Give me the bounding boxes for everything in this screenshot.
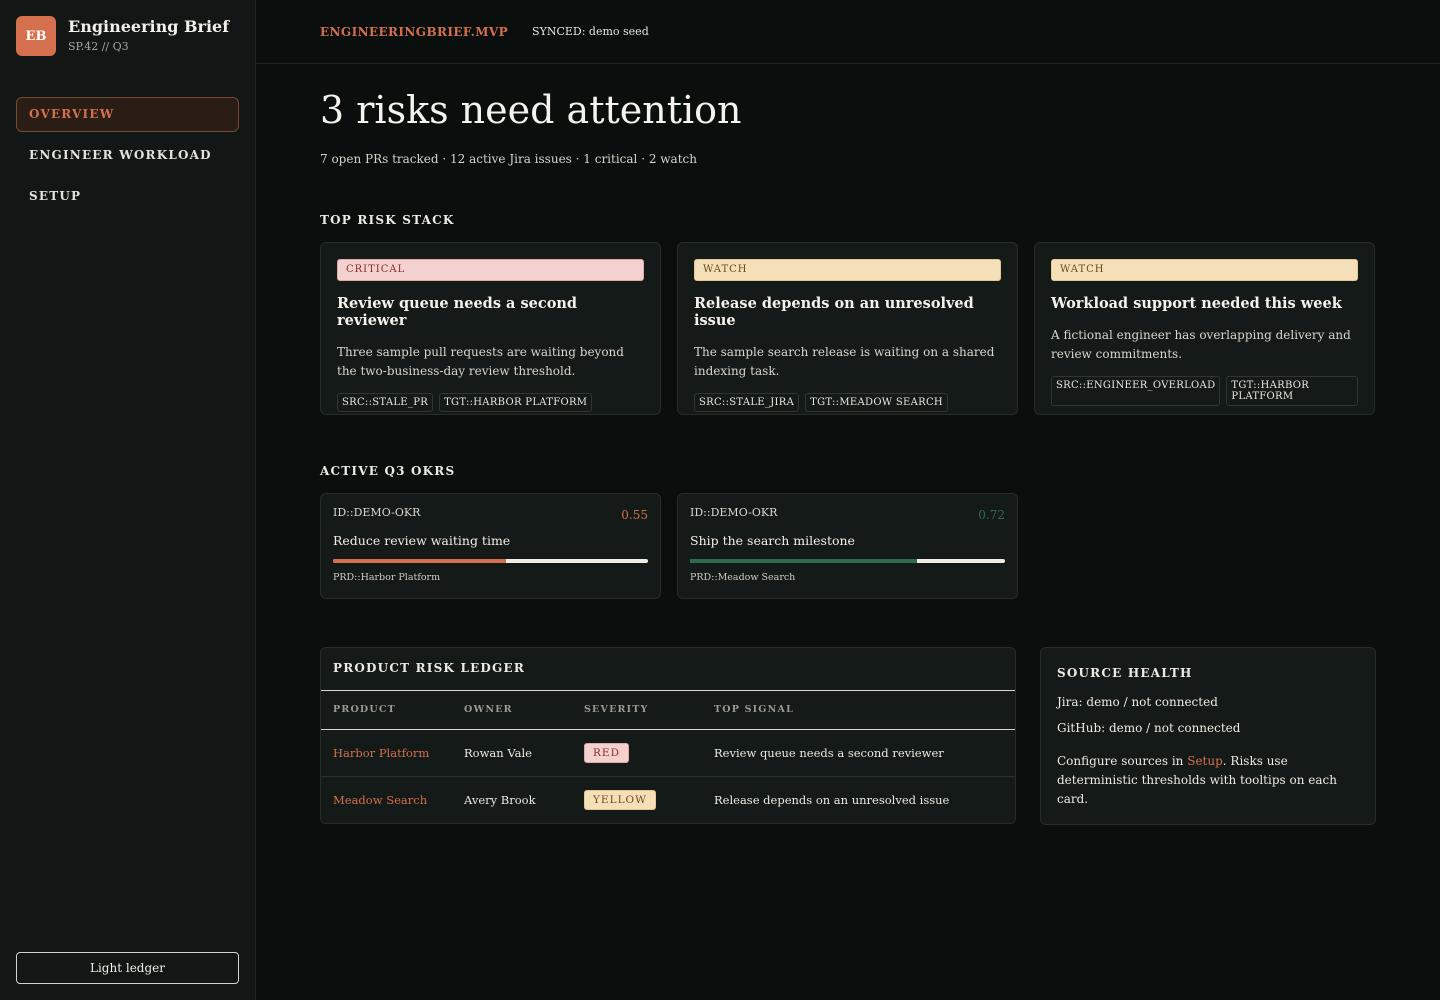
brand-logo: EB: [16, 16, 56, 56]
okr-progress-bar: [690, 559, 1005, 563]
risk-card[interactable]: CRITICAL Review queue needs a second rev…: [320, 242, 661, 415]
okr-progress-bar: [333, 559, 648, 563]
product-link[interactable]: Harbor Platform: [321, 729, 464, 777]
risk-description: The sample search release is waiting on …: [694, 345, 995, 378]
owner-cell: Avery Brook: [464, 792, 536, 807]
nav-item-engineer-workload[interactable]: ENGINEER WORKLOAD: [16, 138, 239, 173]
owner-cell: Rowan Vale: [464, 729, 584, 777]
risk-stack-heading: TOP RISK STACK: [320, 213, 455, 227]
okr-cards: ID::DEMO-OKR 0.55 Reduce review waiting …: [320, 493, 1018, 599]
risk-title: Review queue needs a second reviewer: [337, 295, 578, 329]
okr-product: PRD::Meadow Search: [690, 572, 796, 583]
jira-status: Jira: demo / not connected: [1057, 695, 1218, 709]
column-header: OWNER: [464, 691, 584, 730]
topbar: ENGINEERINGBRIEF.MVP SYNCED: demo seed: [256, 0, 1440, 64]
column-header: SEVERITY: [584, 691, 714, 730]
risk-description: Three sample pull requests are waiting b…: [337, 345, 624, 378]
risk-tag: SRC::ENGINEER_OVERLOAD: [1051, 376, 1221, 406]
risk-badge: WATCH: [694, 259, 1001, 281]
okr-score: 0.72: [978, 508, 1005, 522]
okr-id: ID::DEMO-OKR: [333, 506, 421, 519]
page-summary: 7 open PRs tracked · 12 active Jira issu…: [320, 152, 697, 166]
column-header: TOP SIGNAL: [714, 691, 1015, 730]
ledger-table: PRODUCT OWNER SEVERITY TOP SIGNAL Harbor…: [321, 691, 1015, 823]
risk-cards: CRITICAL Review queue needs a second rev…: [320, 242, 1375, 415]
okr-title: Ship the search milestone: [690, 533, 855, 548]
column-header: PRODUCT: [321, 691, 464, 730]
okr-heading: ACTIVE Q3 OKRS: [320, 464, 456, 478]
main-content: 3 risks need attention 7 open PRs tracke…: [320, 64, 1376, 825]
okr-progress-fill: [333, 559, 507, 563]
nav-item-setup[interactable]: SETUP: [16, 179, 239, 214]
okr-product: PRD::Harbor Platform: [333, 572, 441, 583]
sidebar: EB Engineering Brief SP.42 // Q3 OVERVIE…: [0, 0, 256, 1000]
page-title: 3 risks need attention: [320, 88, 742, 132]
table-row[interactable]: Meadow Search Avery Brook YELLOW Release…: [321, 776, 1015, 823]
risk-card[interactable]: WATCH Release depends on an unresolved i…: [677, 242, 1018, 415]
setup-link[interactable]: Setup: [1187, 754, 1223, 768]
app-id: ENGINEERINGBRIEF.MVP: [320, 24, 509, 39]
source-health-panel: SOURCE HEALTH Jira: demo / not connected…: [1040, 647, 1376, 825]
severity-badge: YELLOW: [584, 789, 656, 810]
okr-id: ID::DEMO-OKR: [690, 506, 778, 519]
risk-description: A fictional engineer has overlapping del…: [1051, 328, 1351, 361]
risk-tag: SRC::STALE_PR: [337, 393, 434, 412]
okr-title: Reduce review waiting time: [333, 533, 511, 548]
okr-card[interactable]: ID::DEMO-OKR 0.72 Ship the search milest…: [677, 493, 1018, 599]
source-health-title: SOURCE HEALTH: [1057, 666, 1193, 680]
risk-badge: CRITICAL: [337, 259, 644, 281]
risk-title: Release depends on an unresolved issue: [694, 295, 974, 329]
risk-badge: WATCH: [1051, 259, 1358, 281]
sidebar-nav: OVERVIEW ENGINEER WORKLOAD SETUP: [16, 97, 239, 220]
sync-status: SYNCED: demo seed: [532, 25, 649, 38]
note-text: Configure sources in: [1057, 754, 1188, 768]
brand-subtitle: SP.42 // Q3: [68, 40, 129, 53]
severity-badge: RED: [584, 742, 629, 763]
okr-progress-fill: [690, 559, 917, 563]
risk-card[interactable]: WATCH Workload support needed this week …: [1034, 242, 1375, 415]
signal-cell: Review queue needs a second reviewer: [714, 729, 1015, 777]
github-status: GitHub: demo / not connected: [1057, 721, 1241, 735]
okr-score: 0.55: [621, 508, 648, 522]
product-link[interactable]: Meadow Search: [321, 776, 464, 823]
brand-title: Engineering Brief: [68, 17, 230, 36]
risk-tag: TGT::HARBOR PLATFORM: [439, 393, 593, 412]
brand: EB Engineering Brief SP.42 // Q3: [16, 16, 229, 56]
source-health-note: Configure sources in Setup. Risks use de…: [1057, 752, 1359, 809]
table-row[interactable]: Harbor Platform Rowan Vale RED Review qu…: [321, 729, 1015, 777]
nav-item-overview[interactable]: OVERVIEW: [16, 97, 239, 132]
ledger-title: PRODUCT RISK LEDGER: [321, 648, 1015, 691]
risk-title: Workload support needed this week: [1051, 295, 1342, 312]
risk-tag: SRC::STALE_JIRA: [694, 393, 800, 412]
theme-toggle-button[interactable]: Light ledger: [16, 952, 239, 984]
signal-cell: Release depends on an unresolved issue: [714, 792, 950, 807]
product-risk-ledger: PRODUCT RISK LEDGER PRODUCT OWNER SEVERI…: [320, 647, 1016, 824]
risk-tag: TGT::HARBOR PLATFORM: [1226, 376, 1358, 406]
risk-tag: TGT::MEADOW SEARCH: [805, 393, 948, 412]
okr-card[interactable]: ID::DEMO-OKR 0.55 Reduce review waiting …: [320, 493, 661, 599]
